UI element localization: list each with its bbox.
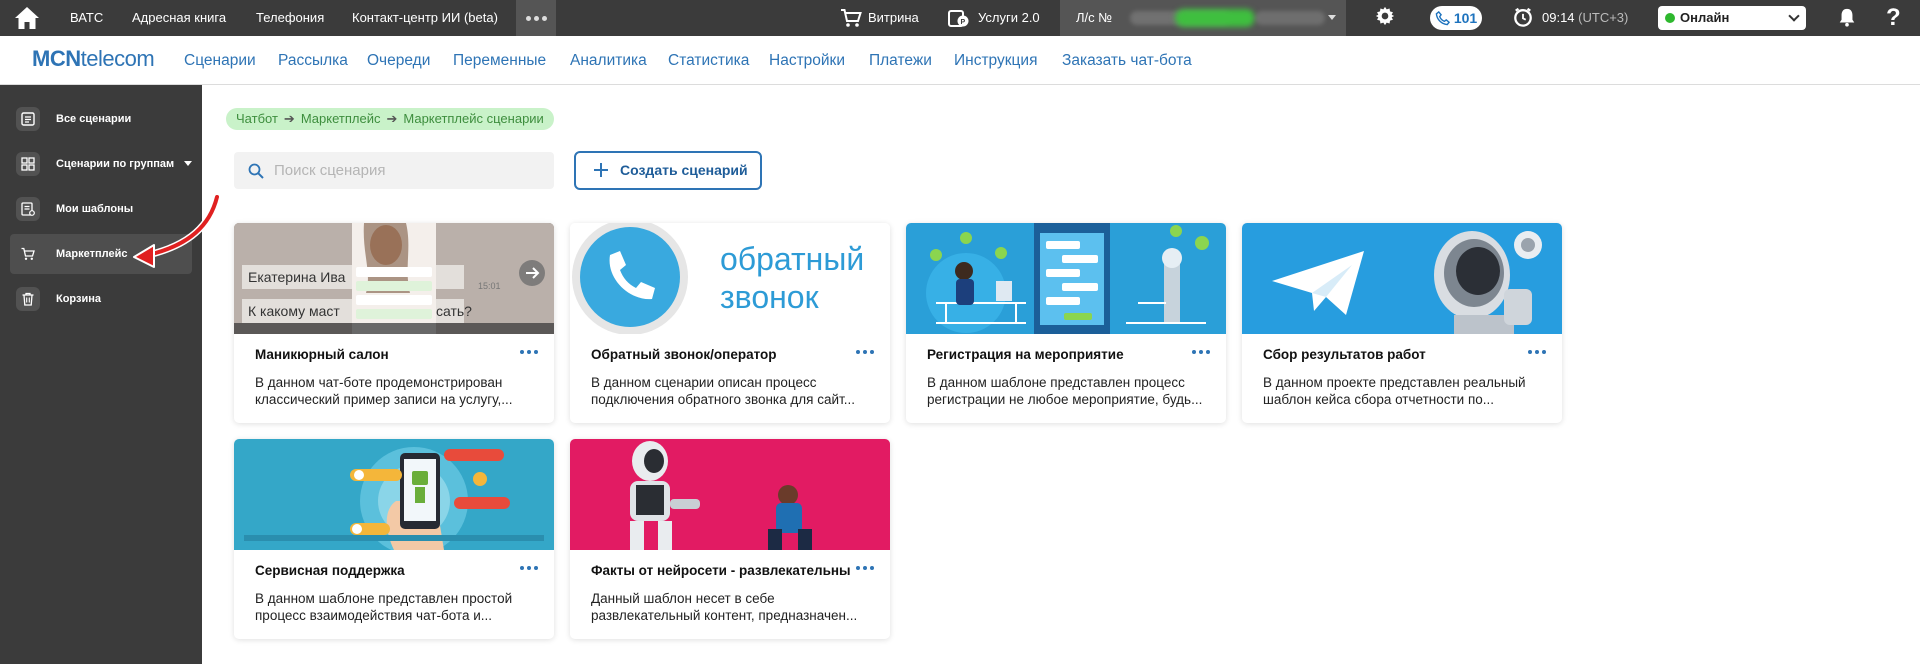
nav-telephony[interactable]: Телефония bbox=[256, 0, 324, 36]
scenario-card-callback[interactable]: обратный звонок Обратный звонок/оператор… bbox=[570, 223, 890, 423]
card-description: В данном сценарии описан процесс подключе… bbox=[591, 375, 855, 407]
menu-payments[interactable]: Платежи bbox=[869, 36, 932, 85]
more-options-icon[interactable] bbox=[1528, 350, 1546, 354]
search-icon bbox=[248, 163, 264, 179]
sidebar: Все сценарии Сценарии по группам Мои шаб… bbox=[0, 85, 202, 664]
account-label: Л/с № bbox=[1076, 10, 1113, 25]
breadcrumb-current: Маркетплейс сценарии bbox=[403, 111, 544, 126]
menu-mailing[interactable]: Рассылка bbox=[278, 36, 348, 85]
menu-order-chatbot[interactable]: Заказать чат-бота bbox=[1062, 36, 1192, 85]
list-icon bbox=[16, 107, 40, 131]
thumb-text: К какому маст bbox=[248, 303, 340, 319]
search-box bbox=[234, 152, 554, 189]
card-title: Сбор результатов работ bbox=[1263, 347, 1426, 362]
search-input[interactable] bbox=[274, 152, 544, 189]
menu-scenarios[interactable]: Сценарии bbox=[184, 36, 256, 85]
top-bar: ВАТС Адресная книга Телефония Контакт-це… bbox=[0, 0, 1920, 36]
grid-icon bbox=[16, 152, 40, 176]
clock-icon bbox=[1514, 7, 1532, 27]
more-menu-button[interactable] bbox=[516, 0, 556, 36]
breadcrumb-chatbot[interactable]: Чатбот bbox=[236, 111, 278, 126]
menu-analytics[interactable]: Аналитика bbox=[570, 36, 647, 85]
status-value: Онлайн bbox=[1680, 10, 1730, 25]
card-title: Факты от нейросети - развлекательный bbox=[591, 563, 851, 578]
plus-icon bbox=[594, 163, 608, 177]
arrow-right-icon: ➔ bbox=[283, 111, 295, 126]
more-options-icon[interactable] bbox=[520, 350, 538, 354]
thumb-text: сать? bbox=[436, 303, 472, 319]
card-thumbnail bbox=[906, 223, 1226, 334]
card-title: Регистрация на мероприятие bbox=[927, 347, 1124, 362]
calls-counter[interactable]: 101 bbox=[1430, 6, 1482, 30]
breadcrumb-marketplace[interactable]: Маркетплейс bbox=[301, 111, 381, 126]
scenario-card-manicure[interactable]: Екатерина Ива К какому маст сать? 15:01 … bbox=[234, 223, 554, 423]
more-options-icon[interactable] bbox=[856, 350, 874, 354]
cart-icon bbox=[16, 242, 40, 266]
sidebar-item-trash[interactable]: Корзина bbox=[10, 279, 192, 319]
thumb-text: обратный bbox=[720, 241, 865, 277]
gear-icon[interactable] bbox=[1374, 6, 1396, 26]
menu-instructions[interactable]: Инструкция bbox=[954, 36, 1037, 85]
cart-icon[interactable] bbox=[840, 8, 862, 28]
caret-down-icon bbox=[184, 161, 192, 166]
card-thumbnail bbox=[234, 439, 554, 550]
home-icon[interactable] bbox=[14, 6, 40, 30]
showcase-link[interactable]: Витрина bbox=[868, 0, 919, 36]
card-thumbnail: Екатерина Ива К какому маст сать? 15:01 bbox=[234, 223, 554, 334]
chevron-down-icon bbox=[1328, 15, 1336, 20]
svg-text:P: P bbox=[961, 19, 966, 26]
scenario-card-work-results[interactable]: Сбор результатов работ В данном проекте … bbox=[1242, 223, 1562, 423]
chevron-down-icon bbox=[1788, 10, 1800, 22]
account-selector[interactable]: Л/с № bbox=[1060, 0, 1346, 36]
card-thumbnail bbox=[570, 439, 890, 550]
sidebar-item-all-scenarios[interactable]: Все сценарии bbox=[10, 99, 192, 139]
nav-contact-center[interactable]: Контакт-центр ИИ (beta) bbox=[352, 0, 498, 36]
services-link[interactable]: Услуги 2.0 bbox=[978, 0, 1040, 36]
card-description: Данный шаблон несет в себе развлекательны… bbox=[591, 591, 858, 623]
account-balance-redacted bbox=[1175, 9, 1255, 27]
more-options-icon[interactable] bbox=[856, 566, 874, 570]
scenario-card-event-registration[interactable]: Регистрация на мероприятие В данном шабл… bbox=[906, 223, 1226, 423]
current-time: 09:14 (UTC+3) bbox=[1542, 10, 1629, 25]
card-title: Обратный звонок/оператор bbox=[591, 347, 777, 362]
more-options-icon[interactable] bbox=[520, 566, 538, 570]
sidebar-item-groups[interactable]: Сценарии по группам bbox=[10, 144, 192, 184]
menu-statistics[interactable]: Статистика bbox=[668, 36, 749, 85]
thumb-text: 15:01 bbox=[478, 281, 501, 291]
arrow-right-icon: ➔ bbox=[386, 111, 398, 126]
card-description: В данном проекте представлен реальный шаб… bbox=[1263, 375, 1526, 407]
annotation-arrow-icon bbox=[133, 195, 220, 268]
card-title: Маникюрный салон bbox=[255, 347, 389, 362]
services-icon[interactable]: P bbox=[948, 8, 970, 28]
card-thumbnail bbox=[1242, 223, 1562, 334]
trash-icon bbox=[16, 287, 40, 311]
more-options-icon[interactable] bbox=[1192, 350, 1210, 354]
account-name-redacted bbox=[1255, 11, 1325, 25]
help-button[interactable]: ? bbox=[1886, 0, 1901, 36]
card-thumbnail: обратный звонок bbox=[570, 223, 890, 334]
scenario-card-service-support[interactable]: Сервисная поддержка В данном шаблоне пре… bbox=[234, 439, 554, 639]
menu-settings[interactable]: Настройки bbox=[769, 36, 845, 85]
menu-variables[interactable]: Переменные bbox=[453, 36, 546, 85]
phone-icon bbox=[1435, 10, 1450, 25]
status-select[interactable]: Онлайн bbox=[1658, 6, 1806, 30]
nav-vats[interactable]: ВАТС bbox=[70, 0, 103, 36]
breadcrumb: Чатбот ➔ Маркетплейс ➔ Маркетплейс сценарии bbox=[226, 108, 554, 130]
main-header: MCNtelecom Сценарии Рассылка Очереди Пер… bbox=[0, 36, 1920, 85]
create-scenario-button[interactable]: Создать сценарий bbox=[574, 151, 762, 190]
calls-count: 101 bbox=[1453, 10, 1478, 26]
card-title: Сервисная поддержка bbox=[255, 563, 405, 578]
thumb-text: Екатерина Ива bbox=[248, 269, 346, 285]
online-dot-icon bbox=[1665, 13, 1675, 23]
card-description: В данном чат-боте продемонстрирован класс… bbox=[255, 375, 513, 407]
nav-address-book[interactable]: Адресная книга bbox=[132, 0, 226, 36]
templates-icon bbox=[16, 197, 40, 221]
card-description: В данном шаблоне представлен процесс реги… bbox=[927, 375, 1203, 407]
bell-icon[interactable] bbox=[1836, 7, 1858, 27]
brand-logo[interactable]: MCNtelecom bbox=[32, 46, 155, 72]
scenario-card-neural-facts[interactable]: Факты от нейросети - развлекательный Дан… bbox=[570, 439, 890, 639]
card-description: В данном шаблоне представлен простой проц… bbox=[255, 591, 513, 623]
menu-queues[interactable]: Очереди bbox=[367, 36, 430, 85]
thumb-text: звонок bbox=[720, 279, 819, 315]
